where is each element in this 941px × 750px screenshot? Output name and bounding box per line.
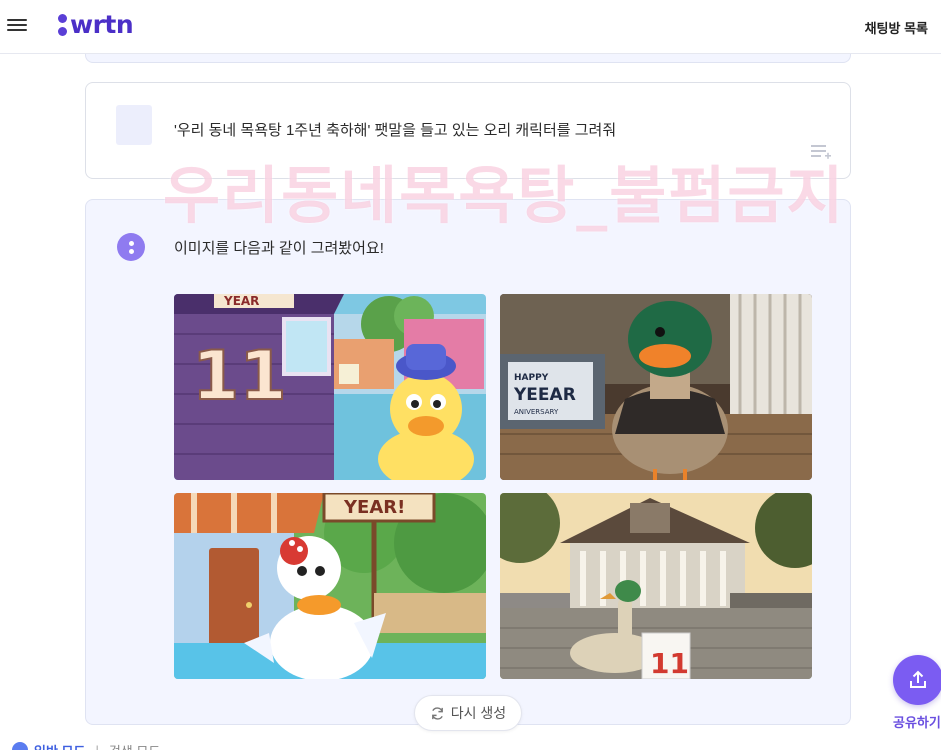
svg-text:YEEAR: YEEAR — [513, 385, 576, 405]
mallard-duck-sign-icon: HAPPY YEEAR ANIVERSARY — [500, 294, 812, 480]
generated-image-4[interactable]: 11 — [500, 493, 812, 679]
svg-text:YEAR: YEAR — [223, 294, 259, 308]
svg-text:HAPPY: HAPPY — [514, 373, 549, 383]
assistant-message-text: 이미지를 다음과 같이 그려봤어요! — [174, 240, 384, 257]
mode-divider: | — [95, 742, 99, 750]
user-avatar — [116, 105, 152, 145]
svg-text:11: 11 — [650, 647, 689, 679]
user-message-card: '우리 동네 목욕탕 1주년 축하해' 팻말을 들고 있는 오리 캐릭터를 그려… — [85, 82, 851, 179]
svg-text:ANIVERSARY: ANIVERSARY — [514, 408, 559, 416]
regenerate-button[interactable]: 다시 생성 — [414, 695, 522, 731]
wrtn-logo[interactable]: wrtn — [58, 10, 134, 39]
generated-image-1[interactable]: YEAR 11 — [174, 294, 486, 480]
mode-tabs: 일반 모드 | 검색 모드 — [12, 740, 160, 750]
chat-list-button[interactable]: 채팅방 목록 — [865, 18, 928, 37]
share-label[interactable]: 공유하기 — [893, 712, 941, 731]
hamburger-menu-icon[interactable] — [7, 16, 27, 36]
add-to-note-icon[interactable] — [810, 143, 832, 161]
cartoon-duck-blue-hat-icon: YEAR 11 — [174, 294, 486, 480]
svg-text:YEAR!: YEAR! — [343, 497, 405, 518]
logo-text: wrtn — [70, 10, 134, 39]
duck-bathhouse-icon: 11 — [500, 493, 812, 679]
logo-dots-icon — [58, 13, 67, 36]
assistant-avatar-icon — [117, 233, 145, 261]
generated-image-2[interactable]: HAPPY YEEAR ANIVERSARY — [500, 294, 812, 480]
user-message-text: '우리 동네 목욕탕 1주년 축하해' 팻말을 들고 있는 오리 캐릭터를 그려… — [174, 122, 617, 139]
assistant-message-card: 이미지를 다음과 같이 그려봤어요! YEAR 11 HAPPY YEEAR A… — [85, 199, 851, 725]
general-mode-tab[interactable]: 일반 모드 — [34, 741, 85, 750]
share-button[interactable] — [893, 655, 941, 705]
refresh-icon — [431, 706, 443, 720]
search-mode-tab[interactable]: 검색 모드 — [109, 741, 160, 750]
generated-image-3[interactable]: YEAR! — [174, 493, 486, 679]
top-header: wrtn 채팅방 목록 — [0, 0, 941, 54]
cartoon-white-duck-icon: YEAR! — [174, 493, 486, 679]
share-upload-icon — [910, 670, 926, 688]
regenerate-label: 다시 생성 — [450, 705, 507, 721]
chat-mode-icon — [12, 742, 28, 750]
svg-text:11: 11 — [192, 337, 287, 416]
